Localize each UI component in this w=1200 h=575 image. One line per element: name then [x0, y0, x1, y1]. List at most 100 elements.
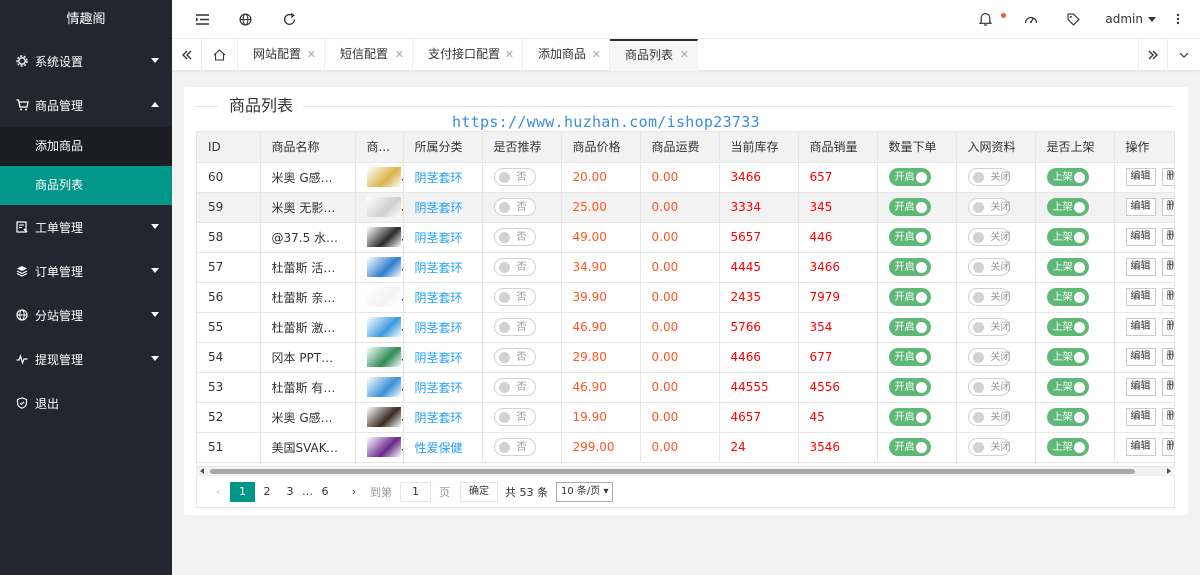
delete-button[interactable]: 删除 [1161, 228, 1174, 246]
qty-order-toggle[interactable]: 开启 [888, 198, 931, 216]
delete-button[interactable]: 删除 [1161, 288, 1174, 306]
delete-button[interactable]: 删除 [1161, 348, 1174, 366]
tabs-menu-chevron-icon[interactable] [1168, 39, 1200, 71]
qty-order-toggle[interactable]: 开启 [888, 378, 931, 396]
column-header[interactable]: 是否上架 [1035, 132, 1115, 163]
recommend-toggle[interactable]: 否 [493, 168, 536, 186]
sidebar-item-product-management[interactable]: 商品管理 [0, 83, 172, 127]
shelf-toggle[interactable]: 上架 [1046, 288, 1089, 306]
sidebar-item-withdrawal-management[interactable]: 提现管理 [0, 337, 172, 381]
net-info-toggle[interactable]: 关闭 [967, 438, 1011, 456]
product-thumbnail[interactable] [366, 167, 401, 187]
cell-category[interactable]: 阴茎套环 [403, 162, 483, 193]
cell-category[interactable]: 性爱保健 [403, 432, 483, 463]
close-icon[interactable]: ✕ [395, 39, 404, 70]
prev-page-icon[interactable]: ‹ [207, 482, 229, 502]
delete-button[interactable]: 删除 [1161, 318, 1174, 336]
column-header[interactable]: ID [197, 132, 261, 163]
net-info-toggle[interactable]: 关闭 [967, 348, 1011, 366]
dashboard-icon[interactable] [1023, 11, 1039, 27]
page-1[interactable]: 1 [230, 481, 255, 502]
delete-button[interactable]: 删除 [1161, 258, 1174, 276]
shelf-toggle[interactable]: 上架 [1046, 168, 1089, 186]
shelf-toggle[interactable]: 上架 [1046, 198, 1089, 216]
page-3[interactable]: 3 [279, 482, 301, 502]
shelf-toggle[interactable]: 上架 [1046, 258, 1089, 276]
column-header[interactable]: 商品运费 [640, 132, 720, 163]
qty-order-toggle[interactable]: 开启 [888, 438, 931, 456]
horizontal-scrollbar[interactable] [196, 466, 1175, 476]
column-header[interactable]: 商... [355, 132, 404, 163]
sidebar-item-order-management[interactable]: 订单管理 [0, 249, 172, 293]
recommend-toggle[interactable]: 否 [493, 258, 536, 276]
menu-collapse-icon[interactable] [194, 11, 210, 27]
cell-category[interactable]: 阴茎套环 [403, 402, 483, 433]
net-info-toggle[interactable]: 关闭 [967, 228, 1011, 246]
column-header[interactable]: 入网资料 [956, 132, 1036, 163]
home-tab-icon[interactable] [202, 39, 238, 71]
refresh-icon[interactable] [281, 11, 297, 27]
net-info-toggle[interactable]: 关闭 [967, 408, 1011, 426]
shelf-toggle[interactable]: 上架 [1046, 228, 1089, 246]
recommend-toggle[interactable]: 否 [493, 318, 536, 336]
sidebar-subitem-product-list[interactable]: 商品列表 [0, 166, 172, 205]
edit-button[interactable]: 编辑 [1125, 228, 1156, 246]
column-header[interactable]: 所属分类 [403, 132, 483, 163]
edit-button[interactable]: 编辑 [1125, 348, 1156, 366]
qty-order-toggle[interactable]: 开启 [888, 408, 931, 426]
product-thumbnail[interactable] [366, 317, 401, 337]
goto-page-input[interactable]: 1 [400, 481, 431, 502]
column-header[interactable]: 商品价格 [561, 132, 641, 163]
close-icon[interactable]: ✕ [680, 41, 689, 69]
sidebar-item-logout[interactable]: 退出 [0, 381, 172, 425]
sidebar-item-system-settings[interactable]: 系统设置 [0, 39, 172, 83]
net-info-toggle[interactable]: 关闭 [967, 168, 1011, 186]
qty-order-toggle[interactable]: 开启 [888, 228, 931, 246]
user-menu[interactable]: admin [1105, 12, 1156, 26]
shelf-toggle[interactable]: 上架 [1046, 408, 1089, 426]
qty-order-toggle[interactable]: 开启 [888, 318, 931, 336]
shelf-toggle[interactable]: 上架 [1046, 438, 1089, 456]
cell-category[interactable]: 阴茎套环 [403, 282, 483, 313]
page-2[interactable]: 2 [256, 482, 278, 502]
cell-category[interactable]: 阴茎套环 [403, 192, 483, 223]
column-header[interactable]: 商品销量 [798, 132, 878, 163]
edit-button[interactable]: 编辑 [1125, 408, 1156, 426]
net-info-toggle[interactable]: 关闭 [967, 318, 1011, 336]
next-page-icon[interactable]: › [343, 482, 365, 502]
edit-button[interactable]: 编辑 [1125, 198, 1156, 216]
recommend-toggle[interactable]: 否 [493, 438, 536, 456]
edit-button[interactable]: 编辑 [1125, 438, 1156, 456]
scroll-right-arrow-icon[interactable] [1167, 468, 1171, 474]
sidebar-subitem-add-product[interactable]: 添加商品 [0, 127, 172, 166]
qty-order-toggle[interactable]: 开启 [888, 168, 931, 186]
product-thumbnail[interactable] [366, 257, 401, 277]
product-thumbnail[interactable] [366, 347, 401, 367]
scroll-left-arrow-icon[interactable] [200, 468, 204, 474]
product-thumbnail[interactable] [366, 437, 401, 457]
delete-button[interactable]: 删除 [1161, 378, 1174, 396]
recommend-toggle[interactable]: 否 [493, 288, 536, 306]
globe-icon[interactable] [237, 11, 253, 27]
net-info-toggle[interactable]: 关闭 [967, 378, 1011, 396]
page-size-select[interactable]: 10 条/页 ▾ [556, 481, 614, 502]
close-icon[interactable]: ✕ [505, 39, 514, 70]
qty-order-toggle[interactable]: 开启 [888, 348, 931, 366]
tab-product-list[interactable]: 商品列表 ✕ [610, 39, 698, 71]
recommend-toggle[interactable]: 否 [493, 228, 536, 246]
net-info-toggle[interactable]: 关闭 [967, 288, 1011, 306]
edit-button[interactable]: 编辑 [1125, 318, 1156, 336]
qty-order-toggle[interactable]: 开启 [888, 288, 931, 306]
edit-button[interactable]: 编辑 [1125, 168, 1156, 186]
sidebar-item-ticket-management[interactable]: 工单管理 [0, 205, 172, 249]
edit-button[interactable]: 编辑 [1125, 378, 1156, 396]
tabs-scroll-left-icon[interactable] [172, 39, 202, 71]
tab-add-product[interactable]: 添加商品 ✕ [523, 39, 610, 71]
cell-category[interactable]: 阴茎套环 [403, 222, 483, 253]
delete-button[interactable]: 删除 [1161, 198, 1174, 216]
close-icon[interactable]: ✕ [592, 39, 601, 70]
bell-icon[interactable] [977, 11, 993, 27]
tab-sms-config[interactable]: 短信配置 ✕ [325, 39, 413, 71]
shelf-toggle[interactable]: 上架 [1046, 378, 1089, 396]
recommend-toggle[interactable]: 否 [493, 378, 536, 396]
